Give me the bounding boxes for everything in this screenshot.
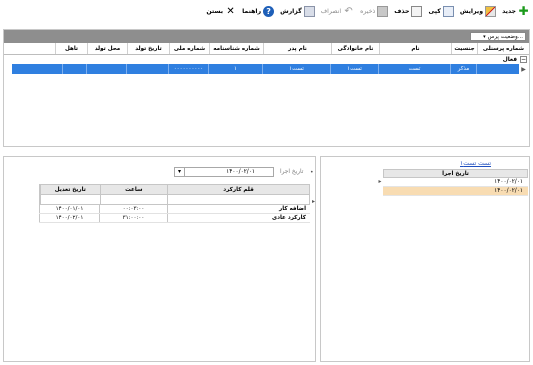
new-label: جدید [502, 7, 516, 15]
column-header[interactable]: تاریخ اجرا [383, 169, 528, 178]
row-pointer-icon: ▸ [378, 179, 382, 185]
cell-father-name: تست۱ [262, 64, 330, 74]
close-button[interactable]: ✕ بستن [206, 6, 236, 17]
column-header[interactable]: قلم کارکرد [167, 185, 309, 194]
column-header[interactable]: شماره پرسنلی [477, 43, 529, 54]
chevron-down-icon[interactable]: ▾ [175, 168, 185, 176]
column-header[interactable]: نام خانوادگی [331, 43, 379, 54]
list-item[interactable]: ۱۴۰۰/۰۲/۰۱ [383, 187, 528, 196]
cell-adjust-date: ۱۴۰۰/۰۱/۰۱ [39, 205, 99, 213]
cell-id-number: ۱ [208, 64, 262, 74]
delete-icon [411, 5, 423, 17]
cell-gender: مذکر [450, 64, 476, 74]
execution-date-combo[interactable]: ▾ ۱۴۰۰/۰۲/۰۱ [174, 167, 274, 177]
pencil-icon [485, 5, 497, 17]
work-items-header: قلم کارکرد ساعت تاریخ تعدیل [39, 184, 310, 195]
copy-icon [442, 5, 454, 17]
column-header[interactable]: جنسیت [451, 43, 477, 54]
row-pointer-icon: ▸ [312, 198, 316, 205]
delete-label: حذف [394, 7, 410, 15]
chevron-down-icon: ▾ [483, 33, 486, 40]
undo-icon: ↶ [344, 5, 353, 17]
cell-birth-place [86, 64, 126, 74]
column-header[interactable]: شماره ملی [169, 43, 209, 54]
column-header[interactable]: شماره شناسنامه [209, 43, 263, 54]
help-button[interactable]: ? راهنما [242, 5, 275, 17]
column-header[interactable]: تاریخ تعدیل [40, 185, 100, 194]
status-filter-dropdown[interactable]: وضعیت پرس... ▾ [470, 32, 526, 41]
column-header[interactable]: تاریخ تولد [127, 43, 169, 54]
report-label: گزارش [280, 7, 302, 15]
filter-cell[interactable] [99, 195, 168, 204]
filter-row[interactable] [39, 195, 310, 205]
cell-national-id: ۰۰۰۰۰۰۰۰۰۰ [168, 64, 208, 74]
execution-date-label: تاریخ اجرا [280, 169, 304, 175]
collapse-icon[interactable]: − [520, 56, 527, 63]
personnel-grid-header: شماره پرسنلی جنسیت نام نام خانوادگی نام … [4, 43, 529, 55]
edit-label: ویرایش [459, 7, 484, 15]
report-button[interactable]: گزارش [280, 5, 315, 17]
column-header[interactable]: محل تولد [87, 43, 127, 54]
execution-date: ۱۴۰۰/۰۲/۰۱ [494, 179, 523, 185]
cell-work-item: اضافه کار [167, 205, 310, 213]
cell-work-item: کارکرد عادی [167, 214, 310, 222]
close-icon: ✕ [226, 5, 235, 17]
execution-date: ۱۴۰۰/۰۲/۰۱ [494, 188, 523, 194]
plus-icon: ✚ [518, 3, 529, 18]
edit-button[interactable]: ویرایش [459, 5, 497, 17]
work-items-grid: قلم کارکرد ساعت تاریخ تعدیل اضافه کار ۰۰… [39, 184, 310, 223]
filter-cell[interactable] [40, 195, 100, 204]
group-label: فعال [502, 56, 517, 63]
work-items-panel: • تاریخ اجرا ▾ ۱۴۰۰/۰۲/۰۱ ▸ قلم کارکرد س… [3, 156, 316, 362]
table-row[interactable]: کارکرد عادی ۳۱:۰۰:۰۰ ۱۴۰۰/۰۲/۰۱ [39, 214, 310, 223]
list-item[interactable]: ▸ ۱۴۰۰/۰۲/۰۱ [379, 178, 528, 187]
cell-hours: ۳۱:۰۰:۰۰ [99, 214, 167, 222]
status-filter-value: وضعیت پرس... [487, 33, 523, 40]
column-header[interactable]: نام [379, 43, 451, 54]
cell-hours: ۰۰:۰۳:۰۰ [99, 205, 167, 213]
cell-marital [62, 64, 86, 74]
column-header[interactable]: ساعت [99, 185, 168, 194]
undo-button[interactable]: ↶ انصراف [321, 6, 354, 17]
help-icon: ? [263, 5, 275, 17]
personnel-panel: وضعیت پرس... ▾ شماره پرسنلی جنسیت نام نا… [3, 29, 530, 147]
group-row-active[interactable]: − فعال [4, 55, 529, 64]
filter-cell[interactable] [167, 195, 309, 204]
group-by-area: وضعیت پرس... ▾ [4, 30, 529, 43]
table-row[interactable]: مذکر تست تست۱ تست۱ ۱ ۰۰۰۰۰۰۰۰۰۰ [12, 64, 519, 74]
undo-label: انصراف [320, 7, 342, 15]
printer-icon [303, 5, 315, 17]
copy-label: کپی [428, 7, 441, 15]
save-button[interactable]: ذخیره [360, 5, 389, 17]
cell-first-name: تست [378, 64, 450, 74]
new-button[interactable]: ✚ جدید [502, 3, 529, 18]
execution-dates-panel: تست تست۱ تاریخ اجرا ▸ ۱۴۰۰/۰۲/۰۱ ۱۴۰۰/۰۲… [320, 156, 530, 362]
execution-date-value: ۱۴۰۰/۰۲/۰۱ [226, 169, 255, 175]
bullet-icon: • [310, 169, 314, 176]
row-pointer-icon: ▶ [521, 65, 526, 73]
floppy-icon [377, 5, 389, 17]
help-label: راهنما [242, 7, 262, 15]
cell-adjust-date: ۱۴۰۰/۰۲/۰۱ [39, 214, 99, 222]
delete-button[interactable]: حذف [394, 5, 423, 17]
toolbar: ✚ جدید ویرایش کپی حذف ذخیره ↶ انصراف گزارش… [206, 2, 529, 20]
table-row[interactable]: اضافه کار ۰۰:۰۳:۰۰ ۱۴۰۰/۰۱/۰۱ [39, 205, 310, 214]
cell-personnel-number [476, 64, 519, 74]
execution-dates-grid: تاریخ اجرا ▸ ۱۴۰۰/۰۲/۰۱ ۱۴۰۰/۰۲/۰۱ [379, 169, 528, 196]
cell-last-name: تست۱ [330, 64, 378, 74]
close-label: بستن [206, 7, 224, 15]
cell-birth-date [126, 64, 168, 74]
employee-link[interactable]: تست تست۱ [460, 160, 491, 167]
save-label: ذخیره [360, 7, 376, 15]
copy-button[interactable]: کپی [428, 5, 454, 17]
column-header[interactable]: تاهل [55, 43, 87, 54]
column-header[interactable]: نام پدر [263, 43, 331, 54]
